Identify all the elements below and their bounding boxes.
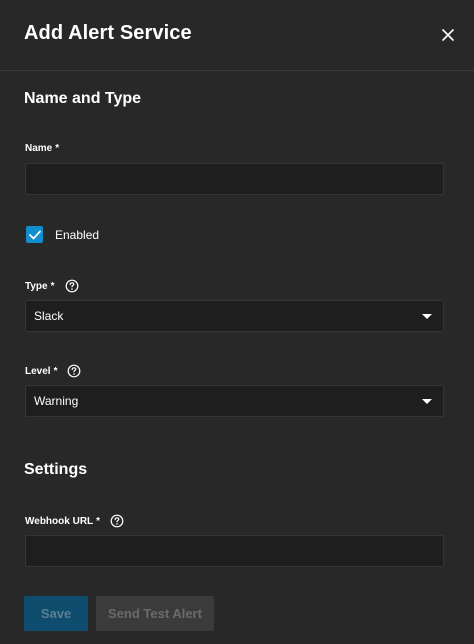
send-test-alert-button[interactable]: Send Test Alert xyxy=(96,596,214,631)
required-marker: * xyxy=(53,365,58,377)
type-select-value: Slack xyxy=(34,309,64,323)
level-select-value: Warning xyxy=(34,394,79,408)
required-marker: * xyxy=(96,515,101,527)
enabled-label: Enabled xyxy=(55,227,100,242)
webhook-url-field-label: Webhook URL * xyxy=(25,514,124,528)
name-label-text: Name xyxy=(25,143,53,154)
add-alert-service-dialog: Add Alert Service Name and Type Name * En… xyxy=(0,0,474,644)
required-marker: * xyxy=(55,143,60,154)
level-select[interactable]: Warning xyxy=(25,385,444,417)
name-input[interactable] xyxy=(25,163,444,195)
enabled-checkbox-row[interactable]: Enabled xyxy=(26,226,99,243)
chevron-down-icon xyxy=(422,314,432,319)
help-circle-icon[interactable] xyxy=(110,514,124,528)
checkmark-icon xyxy=(28,230,41,239)
close-button[interactable] xyxy=(437,24,459,46)
webhook-url-label-text: Webhook URL xyxy=(25,515,94,527)
level-field-label: Level * xyxy=(25,364,81,378)
enabled-checkbox[interactable] xyxy=(26,226,43,243)
level-label-text: Level xyxy=(25,365,51,377)
close-icon xyxy=(442,29,454,41)
type-field-label: Type * xyxy=(25,279,79,293)
name-field-label: Name * xyxy=(25,143,59,154)
type-label-text: Type xyxy=(25,280,48,292)
section-title-name-and-type: Name and Type xyxy=(24,90,142,107)
webhook-url-input[interactable] xyxy=(25,535,444,567)
type-select[interactable]: Slack xyxy=(25,300,444,332)
save-button[interactable]: Save xyxy=(24,596,88,631)
dialog-header: Add Alert Service xyxy=(0,0,474,71)
dialog-title: Add Alert Service xyxy=(24,22,192,44)
help-circle-icon[interactable] xyxy=(65,279,79,293)
section-title-settings: Settings xyxy=(24,461,88,478)
chevron-down-icon xyxy=(422,399,432,404)
help-circle-icon[interactable] xyxy=(67,364,81,378)
required-marker: * xyxy=(50,280,55,292)
